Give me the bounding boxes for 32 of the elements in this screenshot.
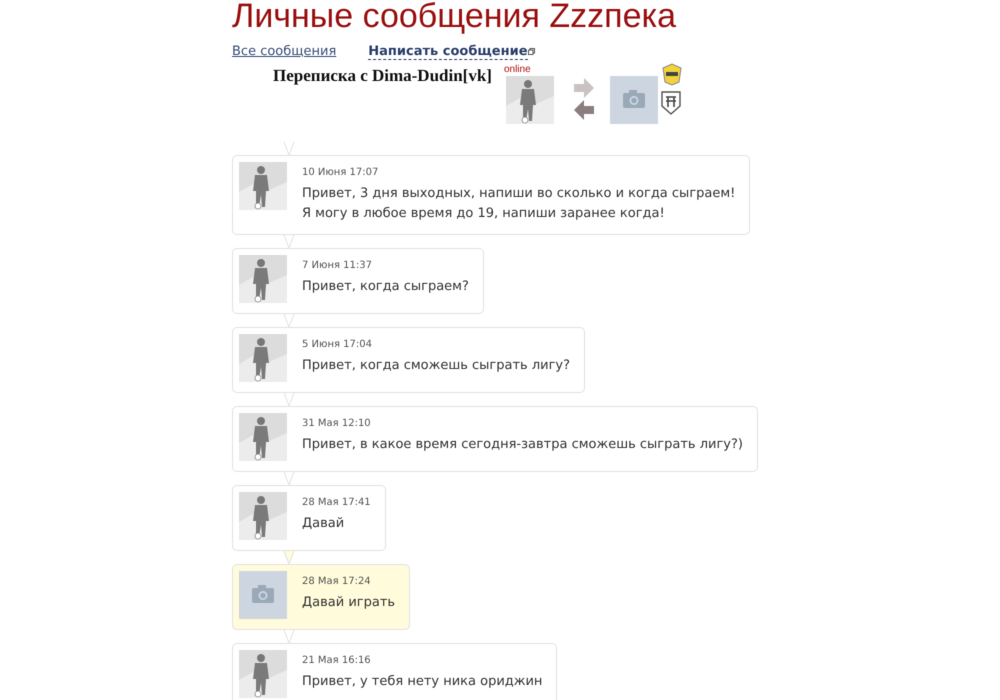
player-avatar-icon xyxy=(239,162,287,210)
crest-badge-icon xyxy=(660,90,682,116)
message-text: Привет, когда сможешь сыграть лигу? xyxy=(302,357,570,375)
message-date: 10 Июня 17:07 xyxy=(302,167,380,178)
message-text: Давай xyxy=(302,515,346,533)
nav-link[interactable]: Написать сообщение xyxy=(368,44,528,60)
online-status: online xyxy=(504,64,531,75)
player-avatar-icon xyxy=(239,334,287,382)
message-date: 7 Июня 11:37 xyxy=(302,260,373,271)
page-title: Личные сообщения Zzzпека xyxy=(232,0,678,36)
message-text: Давай играть xyxy=(302,594,396,612)
camera-avatar-icon xyxy=(610,76,658,124)
message-date: 5 Июня 17:04 xyxy=(302,339,373,350)
player-avatar-icon xyxy=(239,492,287,540)
player-avatar-icon xyxy=(239,255,287,303)
exchange-arrows-icon xyxy=(572,78,596,122)
message-text: Я могу в любое время до 19, напиши заранее когда! xyxy=(302,205,666,223)
message-date: 31 Мая 12:10 xyxy=(302,418,372,429)
message-text: Привет, у тебя нету ника ориджин xyxy=(302,673,542,691)
message-date: 21 Мая 16:16 xyxy=(302,655,372,666)
camera-avatar-icon xyxy=(239,571,287,619)
popup-icon xyxy=(528,48,535,55)
message-date: 28 Мая 17:41 xyxy=(302,497,371,508)
player-avatar-icon xyxy=(506,76,554,124)
player-avatar-icon xyxy=(239,413,287,461)
message-text: Привет, когда сыграем? xyxy=(302,278,469,296)
shield-badge-icon xyxy=(660,62,684,86)
message-date: 28 Мая 17:24 xyxy=(302,576,372,587)
message-text: Привет, в какое время сегодня-завтра сможешь сыграть лигу?) xyxy=(302,436,743,454)
message-text: Привет, 3 дня выходных, напиши во сколько и когда сыграем! xyxy=(302,185,736,203)
conversation-title: Переписка с Dima-Dudin[vk] xyxy=(273,66,492,86)
nav-link[interactable]: Все сообщения xyxy=(232,44,336,59)
